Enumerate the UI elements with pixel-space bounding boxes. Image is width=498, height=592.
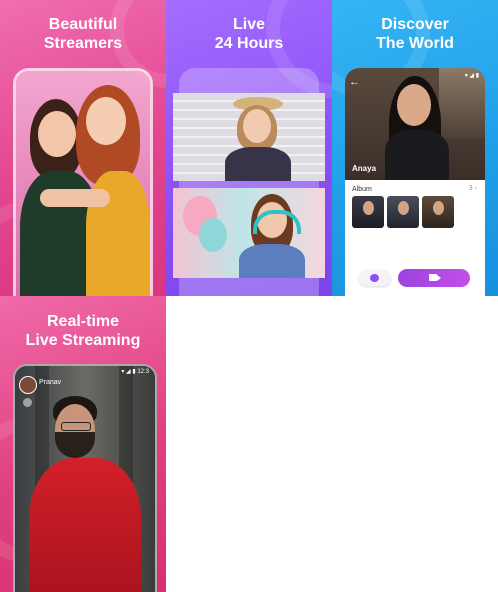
denim-jacket	[239, 244, 305, 278]
face	[38, 111, 76, 157]
album-thumbnail-3[interactable]	[422, 196, 454, 228]
arm	[40, 189, 110, 207]
album-label: Album	[352, 186, 372, 193]
avatar[interactable]	[19, 376, 37, 394]
status-bar: ▾ ◢ ▮	[464, 73, 479, 79]
album-count[interactable]: 3 ›	[469, 185, 477, 192]
panel-discover-the-world: Discover The World ← ▾ ◢ ▮ Anaya Album 3…	[332, 0, 498, 296]
profile-name: Anaya	[352, 164, 377, 173]
profile-photo: ← ▾ ◢ ▮ Anaya	[345, 68, 485, 180]
status-bar: ▾ ◢ ▮ 12:3	[121, 369, 149, 375]
top	[225, 147, 291, 181]
glasses	[61, 422, 91, 431]
phone-frame	[13, 68, 153, 296]
headline: Real-time Live Streaming	[0, 312, 166, 350]
face	[363, 201, 374, 215]
status-time: 12:3	[137, 369, 149, 375]
album-thumbnail-2[interactable]	[387, 196, 419, 228]
headline-line-1: Beautiful	[48, 16, 118, 33]
headline: Beautiful Streamers	[0, 15, 166, 53]
headline-line-2: Live Streaming	[25, 332, 141, 349]
headline: Discover The World	[332, 15, 498, 53]
face	[397, 84, 431, 126]
gift-icon[interactable]	[23, 398, 32, 407]
headline-line-2: 24 Hours	[214, 35, 284, 52]
phone-screen: Pranav ▾ ◢ ▮ 12:3	[13, 364, 157, 592]
face	[86, 97, 126, 145]
headline-line-1: Live	[232, 16, 265, 33]
beard	[55, 432, 95, 458]
live-video-tile-2[interactable]	[173, 188, 325, 278]
live-video-tile-1[interactable]	[173, 93, 325, 181]
video-call-button[interactable]	[398, 269, 470, 287]
panel-beautiful-streamers: Beautiful Streamers	[0, 0, 166, 296]
panel-real-time-live-streaming: Real-time Live Streaming Pranav ▾ ◢ ▮ 12…	[0, 296, 166, 592]
headline: Live 24 Hours	[166, 15, 332, 53]
album-count-number: 3	[468, 185, 473, 192]
chevron-right-icon: ›	[474, 185, 477, 192]
album-thumbnail-1[interactable]	[352, 196, 384, 228]
balloon	[199, 218, 227, 252]
black-top	[385, 130, 449, 180]
chat-button[interactable]	[359, 270, 391, 286]
headline-line-1: Real-time	[46, 313, 120, 330]
panel-live-24-hours: Live 24 Hours	[166, 0, 332, 296]
headline-line-1: Discover	[381, 16, 449, 33]
live-stream-video	[15, 366, 155, 592]
phone-screen: ← ▾ ◢ ▮ Anaya Album 3 ›	[345, 68, 485, 296]
red-shirt	[29, 458, 141, 592]
headline-line-2: Streamers	[43, 35, 123, 52]
face	[243, 109, 271, 143]
streamer-name: Pranav	[39, 379, 62, 386]
photo-two-women	[16, 71, 150, 296]
video-camera-lens-icon	[437, 275, 441, 281]
headline-line-2: The World	[376, 35, 454, 52]
video-camera-icon	[429, 274, 437, 281]
chat-bubble-icon	[370, 274, 379, 282]
headphones	[253, 210, 301, 234]
back-arrow-icon[interactable]: ←	[349, 76, 360, 88]
face	[398, 201, 409, 215]
face	[433, 201, 444, 215]
